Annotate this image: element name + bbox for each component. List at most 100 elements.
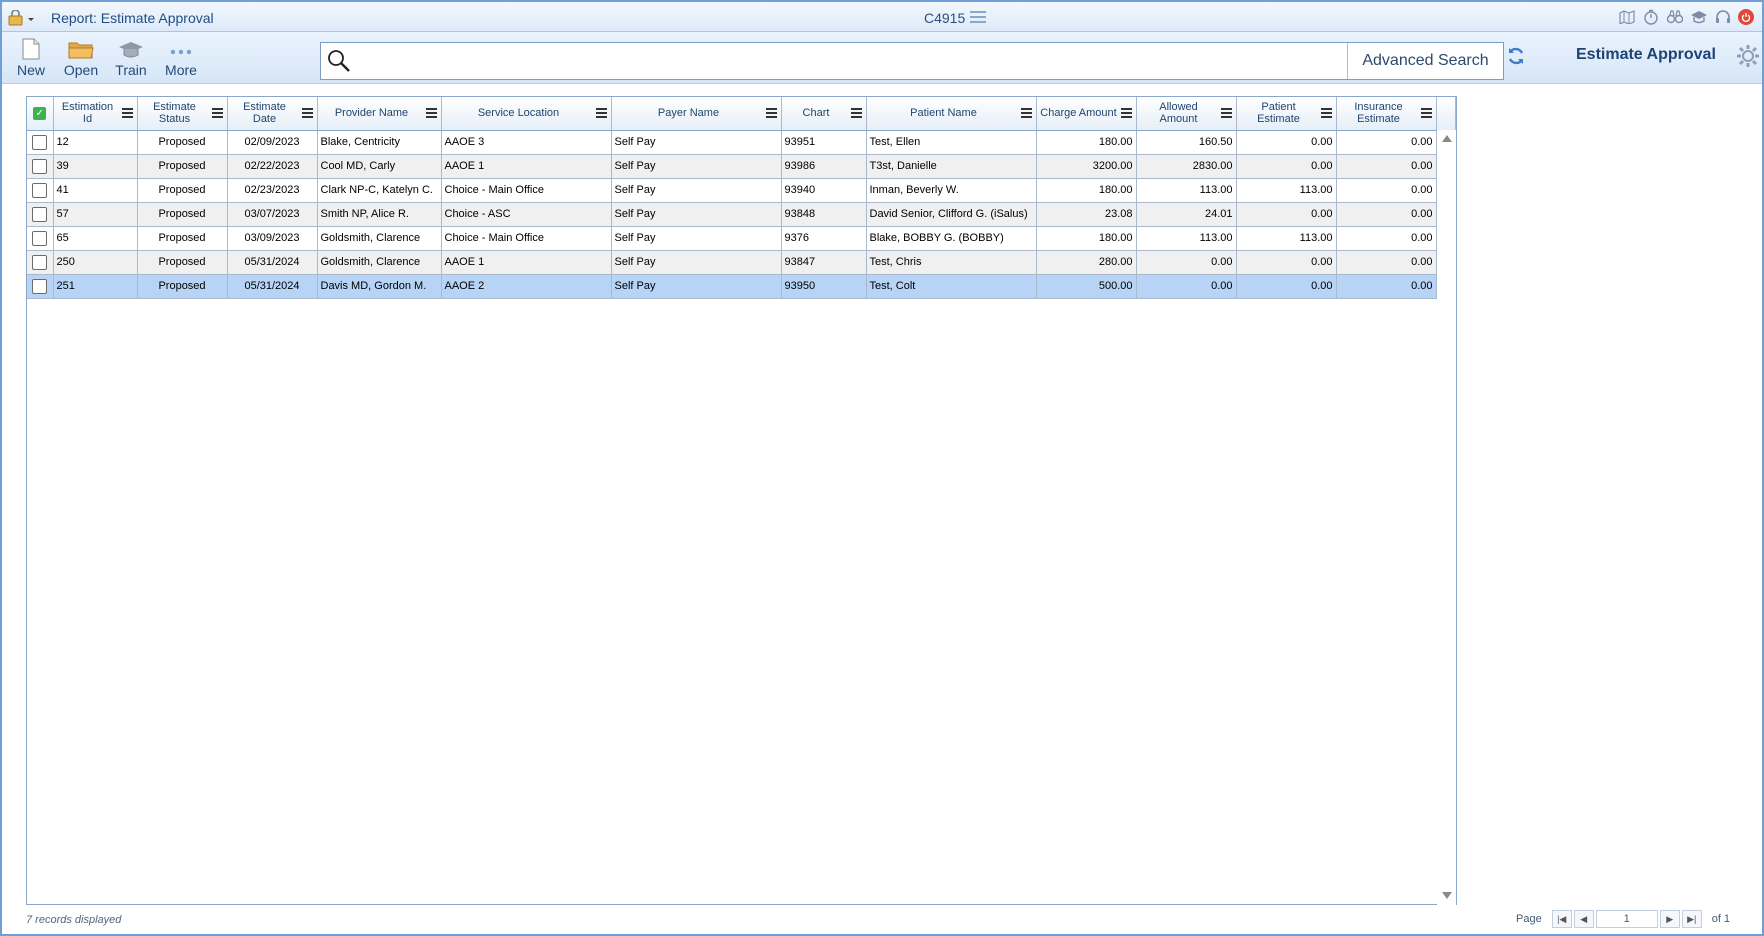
map-icon[interactable] [1618,8,1636,26]
cell-estimate-status: Proposed [137,154,228,179]
cell-allowed-amount: 160.50 [1136,130,1237,155]
column-header-service-location[interactable]: Service Location [441,97,612,131]
column-header-estimate-date[interactable]: Estimate Date [227,97,318,131]
column-menu-icon[interactable] [121,108,133,118]
page-number-input[interactable] [1595,910,1658,928]
column-header-label: Chart [802,107,830,120]
code-menu-icon[interactable] [970,11,986,23]
headset-icon[interactable] [1714,8,1732,26]
cell-payer-name: Self Pay [611,130,782,155]
column-menu-icon[interactable] [1020,108,1032,118]
cell-estimation-id: 41 [53,178,138,203]
row-checkbox[interactable] [32,134,48,150]
column-header-payer-name[interactable]: Payer Name [611,97,782,131]
column-header-estimation-id[interactable]: Estimation Id [53,97,138,131]
lock-menu[interactable] [8,9,38,26]
cell-estimation-id: 39 [53,154,138,179]
more-button[interactable]: More [158,36,204,78]
cell-chart: 9376 [781,226,867,251]
graduation-cap-icon[interactable] [1690,8,1708,26]
row-checkbox[interactable] [32,206,48,222]
last-page-button[interactable]: ▶| [1681,910,1702,928]
row-select-cell[interactable] [27,202,54,227]
column-header-patient-name[interactable]: Patient Name [866,97,1037,131]
column-menu-icon[interactable] [425,108,437,118]
column-header-chart[interactable]: Chart [781,97,867,131]
table-row[interactable]: 57 Proposed 03/07/2023 Smith NP, Alice R. Ch… [27,202,1455,227]
folder-icon [68,42,94,59]
prev-page-button[interactable]: ◀ [1573,910,1594,928]
column-header-label: Patient Estimate [1257,101,1300,126]
row-checkbox[interactable] [32,182,48,198]
binoculars-icon[interactable] [1666,8,1684,26]
column-header-provider-name[interactable]: Provider Name [317,97,442,131]
column-menu-icon[interactable] [595,108,607,118]
cell-charge-amount: 500.00 [1036,274,1137,299]
table-row[interactable]: 12 Proposed 02/09/2023 Blake, Centricity AAO… [27,130,1455,155]
new-button[interactable]: New [8,36,54,78]
column-menu-icon[interactable] [1320,108,1332,118]
power-icon[interactable] [1738,9,1754,25]
table-row[interactable]: 41 Proposed 02/23/2023 Clark NP-C, Katelyn … [27,178,1455,203]
cell-patient-estimate: 0.00 [1236,154,1337,179]
table-row[interactable]: 250 Proposed 05/31/2024 Goldsmith, Clarence… [27,250,1455,275]
cell-charge-amount: 180.00 [1036,226,1137,251]
cell-patient-name: T3st, Danielle [866,154,1037,179]
cell-estimation-id: 12 [53,130,138,155]
center-code: C4915 [924,10,966,26]
select-all-header[interactable]: ✓ [27,97,54,131]
cell-provider-name: Goldsmith, Clarence [317,226,442,251]
row-select-cell[interactable] [27,250,54,275]
column-menu-icon[interactable] [211,108,223,118]
column-header-allowed-amount[interactable]: Allowed Amount [1136,97,1237,131]
row-select-cell[interactable] [27,130,54,155]
next-page-button[interactable]: ▶ [1659,910,1680,928]
column-menu-icon[interactable] [1120,108,1132,118]
column-menu-icon[interactable] [765,108,777,118]
vertical-scrollbar[interactable] [1437,130,1456,905]
column-header-label: Estimate Date [243,101,286,126]
cell-estimate-status: Proposed [137,226,228,251]
scroll-up-arrow[interactable] [1442,135,1452,142]
cell-service-location: AAOE 2 [441,274,612,299]
stopwatch-icon[interactable] [1642,8,1660,26]
row-checkbox[interactable] [32,230,48,246]
cell-allowed-amount: 113.00 [1136,178,1237,203]
column-header-estimate-status[interactable]: Estimate Status [137,97,228,131]
cell-service-location: Choice - ASC [441,202,612,227]
cell-estimate-status: Proposed [137,274,228,299]
column-header-patient-estimate[interactable]: Patient Estimate [1236,97,1337,131]
cell-payer-name: Self Pay [611,274,782,299]
table-row[interactable]: 251 Proposed 05/31/2024 Davis MD, Gordon M.… [27,274,1455,299]
open-button[interactable]: Open [58,36,104,78]
column-header-insurance-estimate[interactable]: Insurance Estimate [1336,97,1437,131]
first-page-button[interactable]: |◀ [1551,910,1572,928]
cell-service-location: AAOE 3 [441,130,612,155]
column-header-charge-amount[interactable]: Charge Amount [1036,97,1137,131]
scroll-down-arrow[interactable] [1442,892,1452,899]
advanced-search-button[interactable]: Advanced Search [1347,43,1503,79]
row-select-cell[interactable] [27,178,54,203]
column-menu-icon[interactable] [850,108,862,118]
table-row[interactable]: 39 Proposed 02/22/2023 Cool MD, Carly AAOE 1… [27,154,1455,179]
column-menu-icon[interactable] [1420,108,1432,118]
gear-icon[interactable] [1736,44,1760,68]
row-checkbox[interactable] [32,278,48,294]
cell-chart: 93951 [781,130,867,155]
refresh-icon[interactable] [1506,46,1526,66]
row-checkbox[interactable] [32,158,48,174]
search-input[interactable] [355,45,1355,77]
cell-payer-name: Self Pay [611,202,782,227]
row-select-cell[interactable] [27,274,54,299]
cell-patient-estimate: 0.00 [1236,274,1337,299]
column-menu-icon[interactable] [301,108,313,118]
row-select-cell[interactable] [27,154,54,179]
row-checkbox[interactable] [32,254,48,270]
row-select-cell[interactable] [27,226,54,251]
train-button[interactable]: Train [108,36,154,78]
select-all-checkbox[interactable]: ✓ [33,106,47,120]
column-menu-icon[interactable] [1220,108,1232,118]
cell-provider-name: Cool MD, Carly [317,154,442,179]
table-row[interactable]: 65 Proposed 03/09/2023 Goldsmith, Clarence C… [27,226,1455,251]
open-label: Open [63,62,99,78]
